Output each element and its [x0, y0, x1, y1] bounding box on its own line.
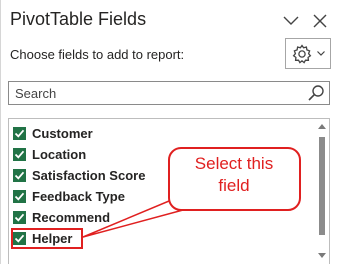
field-label: Location: [32, 147, 87, 162]
field-label: Customer: [32, 126, 93, 141]
checkbox-checked-icon[interactable]: [13, 169, 26, 182]
callout-line-1: Select this: [194, 154, 274, 173]
search-input[interactable]: Search: [15, 86, 56, 101]
tools-button[interactable]: [285, 38, 331, 69]
field-item-recommend[interactable]: Recommend: [13, 208, 110, 227]
checkbox-checked-icon[interactable]: [13, 127, 26, 140]
checkbox-checked-icon[interactable]: [13, 190, 26, 203]
search-box[interactable]: Search: [8, 81, 330, 105]
scroll-thumb[interactable]: [319, 137, 325, 235]
callout-text: Select this field: [168, 153, 300, 197]
chevron-down-icon: [316, 51, 325, 56]
helper-highlight-box: [11, 228, 83, 249]
field-label: Feedback Type: [32, 189, 125, 204]
field-item-customer[interactable]: Customer: [13, 124, 93, 143]
checkbox-checked-icon[interactable]: [13, 211, 26, 224]
field-item-feedback-type[interactable]: Feedback Type: [13, 187, 125, 206]
pane-subtitle: Choose fields to add to report:: [10, 47, 185, 62]
search-icon[interactable]: [307, 84, 325, 102]
scroll-down-arrow-icon[interactable]: [318, 253, 326, 258]
chevron-down-icon: [283, 16, 299, 25]
pivottable-fields-pane: PivotTable Fields Choose fields to add t…: [0, 0, 338, 264]
callout-line-2: field: [218, 176, 250, 195]
field-item-location[interactable]: Location: [13, 145, 86, 164]
pane-options-button[interactable]: [280, 10, 302, 32]
close-icon: [313, 14, 327, 28]
field-label: Satisfaction Score: [32, 168, 146, 183]
field-label: Recommend: [32, 210, 111, 225]
checkbox-checked-icon[interactable]: [13, 148, 26, 161]
scroll-up-arrow-icon[interactable]: [318, 124, 326, 129]
field-item-satisfaction-score[interactable]: Satisfaction Score: [13, 166, 145, 185]
field-list-scrollbar[interactable]: [315, 119, 329, 264]
close-button[interactable]: [309, 10, 331, 32]
pane-title: PivotTable Fields: [10, 9, 147, 29]
gear-icon: [292, 43, 311, 64]
